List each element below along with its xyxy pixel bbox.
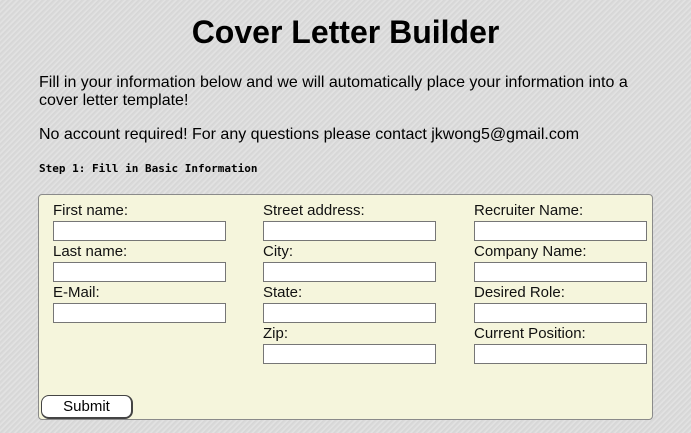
desired-role-input[interactable]	[474, 303, 647, 323]
email-input[interactable]	[53, 303, 226, 323]
city-field-group: City:	[263, 244, 438, 285]
desired-role-label: Desired Role:	[474, 284, 565, 301]
contact-text: No account required! For any questions p…	[39, 126, 580, 143]
city-label: City:	[263, 243, 293, 260]
current-position-input[interactable]	[474, 344, 647, 364]
zip-label: Zip:	[263, 325, 289, 342]
company-name-label: Company Name:	[474, 243, 587, 260]
zip-field-group: Zip:	[263, 326, 438, 367]
last-name-label: Last name:	[53, 243, 128, 260]
first-name-input[interactable]	[53, 221, 226, 241]
form-column-personal: First name: Last name: E-Mail:	[53, 203, 228, 326]
state-field-group: State:	[263, 285, 438, 326]
street-address-field-group: Street address:	[263, 203, 438, 244]
step-label: Step 1: Fill in Basic Information	[39, 162, 258, 175]
city-input[interactable]	[263, 262, 436, 282]
recruiter-name-field-group: Recruiter Name:	[474, 203, 649, 244]
state-label: State:	[263, 284, 303, 301]
company-name-input[interactable]	[474, 262, 647, 282]
current-position-field-group: Current Position:	[474, 326, 649, 367]
intro-text: Fill in your information below and we wi…	[39, 74, 628, 109]
first-name-field-group: First name:	[53, 203, 228, 244]
form-column-job: Recruiter Name: Company Name: Desired Ro…	[474, 203, 649, 367]
first-name-label: First name:	[53, 202, 129, 219]
recruiter-name-label: Recruiter Name:	[474, 202, 584, 219]
recruiter-name-input[interactable]	[474, 221, 647, 241]
state-input[interactable]	[263, 303, 436, 323]
email-label: E-Mail:	[53, 284, 100, 301]
last-name-field-group: Last name:	[53, 244, 228, 285]
company-name-field-group: Company Name:	[474, 244, 649, 285]
page-title: Cover Letter Builder	[191, 14, 500, 50]
form-column-address: Street address: City: State: Zip:	[263, 203, 438, 367]
street-address-label: Street address:	[263, 202, 365, 219]
email-field-group: E-Mail:	[53, 285, 228, 326]
street-address-input[interactable]	[263, 221, 436, 241]
desired-role-field-group: Desired Role:	[474, 285, 649, 326]
last-name-input[interactable]	[53, 262, 226, 282]
basic-info-form: First name: Last name: E-Mail: Street ad…	[38, 194, 653, 420]
current-position-label: Current Position:	[474, 325, 586, 342]
submit-button[interactable]: Submit	[41, 395, 133, 419]
zip-input[interactable]	[263, 344, 436, 364]
